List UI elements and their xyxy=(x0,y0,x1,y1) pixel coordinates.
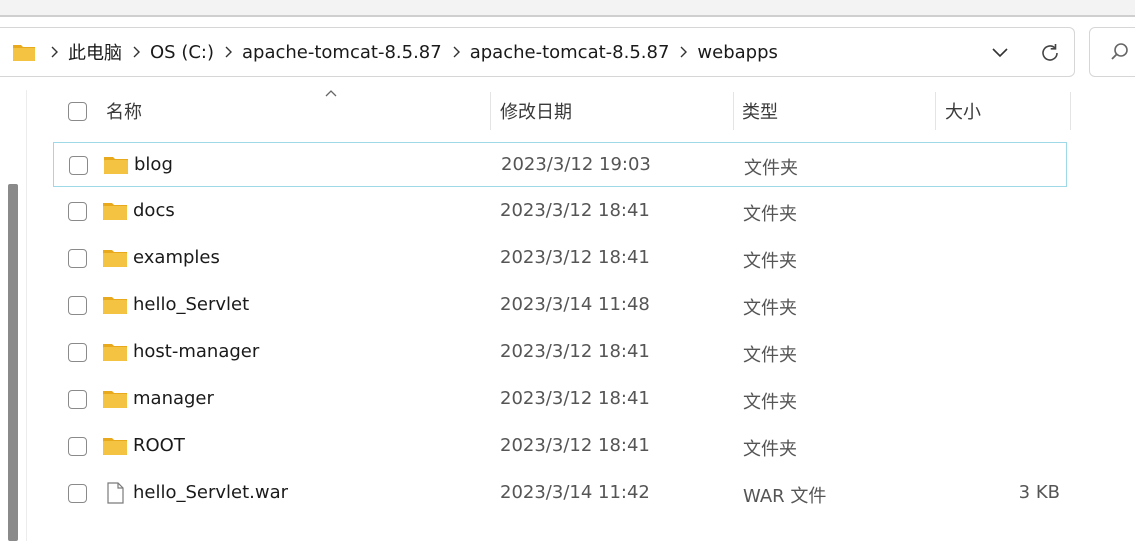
column-name-label: 名称 xyxy=(106,102,142,123)
file-date: 2023/3/12 18:41 xyxy=(500,388,650,409)
file-name: host-manager xyxy=(133,341,260,362)
select-all-checkbox[interactable] xyxy=(68,101,87,121)
row-checkbox[interactable] xyxy=(68,343,87,362)
search-icon xyxy=(1111,43,1128,60)
chevron-right-icon[interactable] xyxy=(214,46,242,58)
file-name: hello_Servlet xyxy=(133,294,250,315)
breadcrumb-os-c[interactable]: OS (C:) xyxy=(150,42,214,63)
row-checkbox[interactable] xyxy=(68,202,87,221)
column-date-label: 修改日期 xyxy=(500,102,572,123)
file-type: 文件夹 xyxy=(743,439,797,460)
file-name: examples xyxy=(133,247,220,268)
row-checkbox[interactable] xyxy=(69,156,88,175)
file-date: 2023/3/12 19:03 xyxy=(501,154,651,175)
folder-icon xyxy=(104,157,128,174)
column-divider[interactable] xyxy=(490,92,491,130)
file-size: 3 KB xyxy=(1018,482,1060,503)
file-icon xyxy=(107,482,124,504)
sort-ascending-icon xyxy=(325,90,337,97)
column-header-size[interactable]: 大小 xyxy=(945,90,1065,132)
file-type: 文件夹 xyxy=(744,158,798,179)
chevron-down-icon xyxy=(992,48,1008,58)
row-checkbox[interactable] xyxy=(68,437,87,456)
file-type: 文件夹 xyxy=(743,345,797,366)
column-divider[interactable] xyxy=(733,92,734,130)
row-checkbox[interactable] xyxy=(68,390,87,409)
breadcrumb-tomcat-outer[interactable]: apache-tomcat-8.5.87 xyxy=(242,42,442,63)
folder-icon xyxy=(103,391,127,408)
refresh-icon xyxy=(1042,44,1058,61)
file-date: 2023/3/12 18:41 xyxy=(500,341,650,362)
table-row[interactable]: examples 2023/3/12 18:41 文件夹 xyxy=(53,236,1067,281)
column-divider[interactable] xyxy=(935,92,936,130)
row-checkbox[interactable] xyxy=(68,484,87,503)
file-date: 2023/3/14 11:42 xyxy=(500,482,650,503)
column-header: 名称 修改日期 类型 大小 xyxy=(55,90,1071,132)
file-date: 2023/3/12 18:41 xyxy=(500,435,650,456)
file-name: blog xyxy=(134,154,173,175)
file-type: 文件夹 xyxy=(743,251,797,272)
column-divider[interactable] xyxy=(1070,92,1071,130)
breadcrumb: 此电脑 OS (C:) apache-tomcat-8.5.87 apache-… xyxy=(12,28,778,76)
file-name: ROOT xyxy=(133,435,185,456)
table-row[interactable]: blog 2023/3/12 19:03 文件夹 xyxy=(53,142,1067,187)
table-row[interactable]: ROOT 2023/3/12 18:41 文件夹 xyxy=(53,424,1067,469)
file-type: 文件夹 xyxy=(743,204,797,225)
file-name: docs xyxy=(133,200,175,221)
file-name: manager xyxy=(133,388,214,409)
file-date: 2023/3/12 18:41 xyxy=(500,247,650,268)
table-row[interactable]: hello_Servlet 2023/3/14 11:48 文件夹 xyxy=(53,283,1067,328)
folder-icon xyxy=(103,203,127,220)
column-size-label: 大小 xyxy=(945,102,981,123)
refresh-button[interactable] xyxy=(1035,38,1065,68)
toolbar-strip xyxy=(0,0,1135,17)
address-history-button[interactable] xyxy=(985,38,1015,68)
folder-icon xyxy=(103,438,127,455)
column-header-name[interactable]: 名称 xyxy=(106,90,491,132)
file-type: WAR 文件 xyxy=(743,486,827,507)
breadcrumb-tomcat-inner[interactable]: apache-tomcat-8.5.87 xyxy=(470,42,670,63)
file-date: 2023/3/12 18:41 xyxy=(500,200,650,221)
row-checkbox[interactable] xyxy=(68,296,87,315)
chevron-right-icon[interactable] xyxy=(442,46,470,58)
chevron-right-icon[interactable] xyxy=(122,46,150,58)
file-name: hello_Servlet.war xyxy=(133,482,289,503)
folder-icon xyxy=(12,42,36,62)
folder-icon xyxy=(103,297,127,314)
file-date: 2023/3/14 11:48 xyxy=(500,294,650,315)
file-type: 文件夹 xyxy=(743,298,797,319)
chevron-right-icon[interactable] xyxy=(40,46,68,58)
column-header-date[interactable]: 修改日期 xyxy=(500,90,730,132)
breadcrumb-this-pc[interactable]: 此电脑 xyxy=(68,39,122,65)
table-row[interactable]: host-manager 2023/3/12 18:41 文件夹 xyxy=(53,330,1067,375)
breadcrumb-webapps[interactable]: webapps xyxy=(697,42,777,63)
folder-icon xyxy=(103,344,127,361)
select-all-cell[interactable] xyxy=(68,90,87,132)
search-input[interactable] xyxy=(1089,27,1135,77)
address-bar[interactable]: 此电脑 OS (C:) apache-tomcat-8.5.87 apache-… xyxy=(0,27,1075,77)
table-row[interactable]: docs 2023/3/12 18:41 文件夹 xyxy=(53,189,1067,234)
column-header-type[interactable]: 类型 xyxy=(742,90,932,132)
folder-icon xyxy=(103,250,127,267)
chevron-right-icon[interactable] xyxy=(669,46,697,58)
scrollbar-thumb[interactable] xyxy=(8,184,18,541)
column-type-label: 类型 xyxy=(742,102,778,123)
table-row[interactable]: manager 2023/3/12 18:41 文件夹 xyxy=(53,377,1067,422)
row-checkbox[interactable] xyxy=(68,249,87,268)
table-row[interactable]: hello_Servlet.war 2023/3/14 11:42 WAR 文件… xyxy=(53,471,1067,516)
file-type: 文件夹 xyxy=(743,392,797,413)
